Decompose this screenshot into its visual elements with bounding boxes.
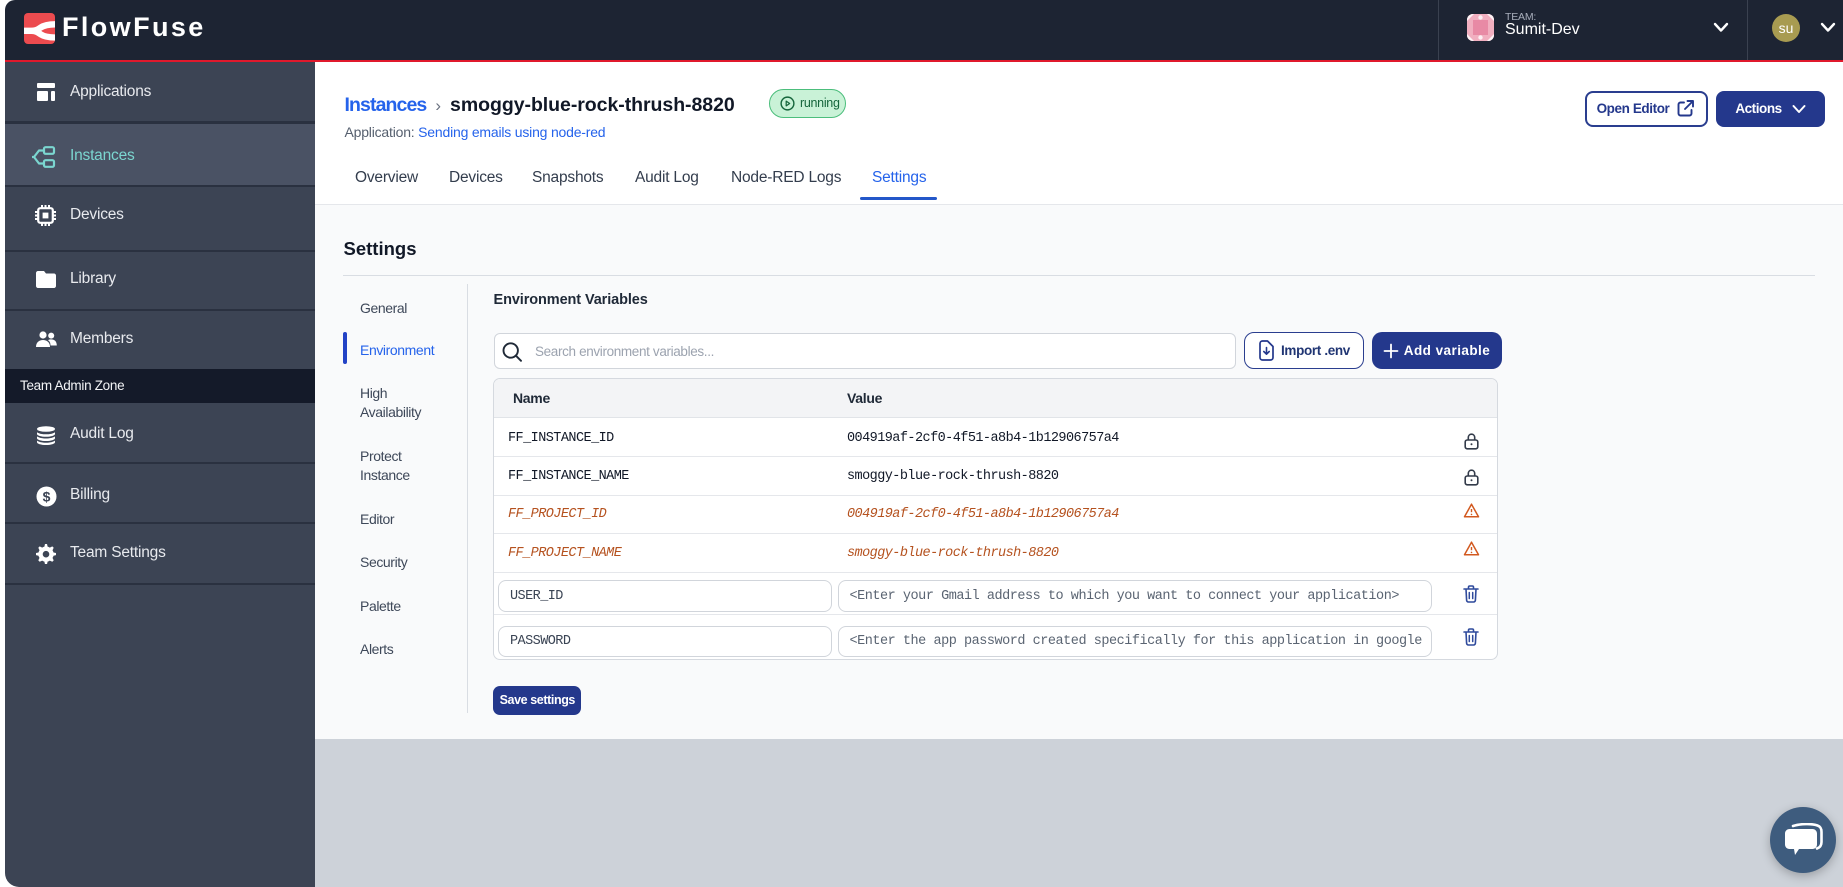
svg-text:$: $ bbox=[43, 488, 51, 504]
